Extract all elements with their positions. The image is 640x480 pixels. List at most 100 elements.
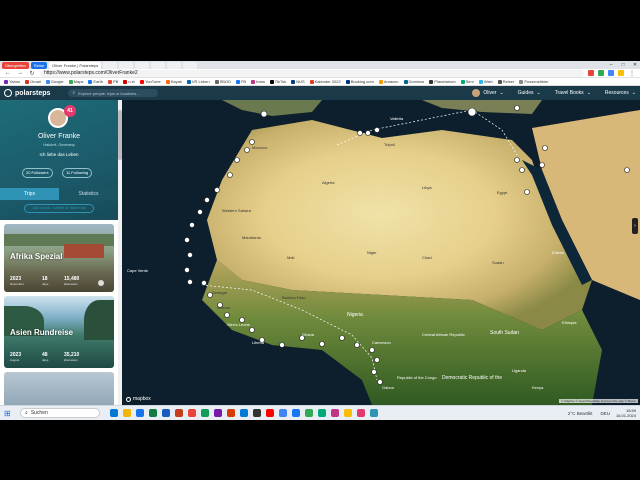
app-icon[interactable]: [136, 409, 144, 417]
nav-resources[interactable]: Resources ⌄: [605, 90, 636, 96]
polarsteps-logo[interactable]: polarsteps: [4, 89, 50, 97]
extension-icon[interactable]: [618, 70, 624, 76]
app-icon[interactable]: [292, 409, 300, 417]
nav-guides[interactable]: Guides ⌄: [518, 90, 541, 96]
weather-widget[interactable]: 2°C Bewölkt: [568, 411, 593, 416]
app-icon[interactable]: [227, 409, 235, 417]
browser-tab-strip: Übergreifen Reise Oliver Franke | Polars…: [0, 61, 640, 69]
browser-tab[interactable]: [151, 61, 166, 69]
bookmark[interactable]: Maps: [68, 79, 83, 84]
map-label: Sierra Leone: [227, 322, 250, 327]
bookmark[interactable]: Kayak: [165, 79, 182, 84]
app-icon[interactable]: [266, 409, 274, 417]
user-menu[interactable]: Oliver ⌄: [472, 89, 504, 97]
trip-stat: 48 days: [42, 352, 49, 362]
app-icon[interactable]: [110, 409, 118, 417]
tab-trips[interactable]: Trips: [0, 188, 59, 200]
extension-icon[interactable]: [588, 70, 594, 76]
reload-icon[interactable]: ↻: [28, 70, 36, 77]
bookmark[interactable]: Gmail: [25, 79, 41, 84]
followers-button[interactable]: 20 Followers: [22, 168, 53, 178]
bookmark[interactable]: Planetarium: [429, 79, 456, 84]
app-icon[interactable]: [188, 409, 196, 417]
minimize-icon[interactable]: –: [606, 62, 616, 68]
trip-photo-building: [64, 244, 104, 258]
app-icon[interactable]: [240, 409, 248, 417]
bookmark[interactable]: Amazon: [378, 79, 399, 84]
browser-tab[interactable]: Reise: [30, 61, 48, 69]
bookmark[interactable]: Earth: [88, 79, 103, 84]
app-icon[interactable]: [344, 409, 352, 417]
info-icon[interactable]: [98, 280, 104, 286]
maximize-icon[interactable]: □: [618, 62, 628, 68]
following-button[interactable]: 11 Following: [62, 168, 93, 178]
browser-tab[interactable]: [103, 61, 118, 69]
map-label: Eritrea: [552, 250, 564, 255]
bookmark[interactable]: Kalender 2022: [309, 79, 341, 84]
mapbox-icon: [126, 396, 131, 402]
bookmark[interactable]: Yahoo: [4, 79, 20, 84]
bookmark[interactable]: Booking.com: [345, 79, 374, 84]
app-icon[interactable]: [123, 409, 131, 417]
app-icon[interactable]: [318, 409, 326, 417]
close-icon[interactable]: ✕: [630, 62, 640, 68]
windows-start-icon[interactable]: ⊞: [4, 409, 14, 418]
browser-tab[interactable]: [167, 61, 182, 69]
app-icon[interactable]: [305, 409, 313, 417]
url-field[interactable]: https://www.polarsteps.com/OliverFranke2: [40, 69, 584, 77]
bookmark[interactable]: Reiser: [497, 79, 514, 84]
bookmark[interactable]: NUS: [291, 79, 305, 84]
trip-card[interactable]: Afrika Spezial 2023 November 18 days 15,48…: [4, 224, 114, 292]
clock[interactable]: 15:59 16.01.2024: [616, 408, 636, 418]
trip-stat: 15,480 kilometers: [64, 276, 80, 286]
panel-toggle-button[interactable]: ›: [632, 218, 638, 234]
bookmark[interactable]: TikTok: [269, 79, 286, 84]
back-icon[interactable]: ←: [4, 70, 12, 76]
bookmark[interactable]: Insta: [251, 79, 265, 84]
trip-card[interactable]: [4, 372, 114, 405]
bookmark[interactable]: FB: [235, 79, 246, 84]
app-icon[interactable]: [253, 409, 261, 417]
bookmark[interactable]: YouTube: [140, 79, 161, 84]
extension-icon[interactable]: [598, 70, 604, 76]
app-icon[interactable]: [279, 409, 287, 417]
bookmark[interactable]: SBGD: [214, 79, 231, 84]
bookmark[interactable]: Pussenzähler: [519, 79, 549, 84]
browser-tab-active[interactable]: Oliver Franke | Polarsteps: [49, 61, 102, 69]
app-icon[interactable]: [201, 409, 209, 417]
taskbar-search-label: Suchen: [30, 410, 48, 416]
bookmark[interactable]: VR Leben: [186, 79, 210, 84]
app-icon[interactable]: [331, 409, 339, 417]
app-icon[interactable]: [370, 409, 378, 417]
app-icon[interactable]: [357, 409, 365, 417]
browser-tab[interactable]: [183, 61, 198, 69]
browser-tab[interactable]: Übergreifen: [2, 61, 29, 69]
bookmark[interactable]: Wish: [478, 79, 493, 84]
app-icon[interactable]: [149, 409, 157, 417]
taskbar-search[interactable]: ⌕ Suchen: [20, 408, 100, 418]
bookmark[interactable]: Serv: [460, 79, 474, 84]
nav-travel-books[interactable]: Travel Books ⌄: [555, 90, 591, 96]
add-trip-button[interactable]: Add a past, current or future trip: [24, 204, 94, 213]
browser-tab[interactable]: [119, 61, 134, 69]
address-bar-row: ← → ↻ https://www.polarsteps.com/OliverF…: [0, 69, 640, 78]
app-icon[interactable]: [162, 409, 170, 417]
trip-map[interactable]: Valletta Tripoli Morocco Algeria Libya E…: [122, 100, 640, 405]
browser-tab[interactable]: [135, 61, 150, 69]
extension-icon[interactable]: [608, 70, 614, 76]
language-indicator[interactable]: DEU: [600, 411, 610, 416]
app-icon[interactable]: [175, 409, 183, 417]
menu-icon[interactable]: ⋮: [628, 70, 636, 77]
search-icon: ⌕: [25, 410, 28, 416]
tab-statistics[interactable]: Statistics: [59, 188, 118, 200]
search-input[interactable]: ⌕ Explore people, trips or locations...: [68, 89, 159, 97]
bookmark[interactable]: n-tv: [123, 79, 135, 84]
forward-icon[interactable]: →: [16, 70, 24, 76]
trip-card[interactable]: Asien Rundreise 2023 August 48 days 35,210…: [4, 296, 114, 368]
mapbox-logo[interactable]: mapbox: [126, 396, 151, 402]
bookmark[interactable]: Google: [45, 79, 64, 84]
map-attribution[interactable]: © Mapbox © OpenStreetMap Improve this ma…: [559, 399, 638, 403]
app-icon[interactable]: [214, 409, 222, 417]
bookmark[interactable]: PB: [107, 79, 118, 84]
bookmark[interactable]: Dominos: [403, 79, 424, 84]
